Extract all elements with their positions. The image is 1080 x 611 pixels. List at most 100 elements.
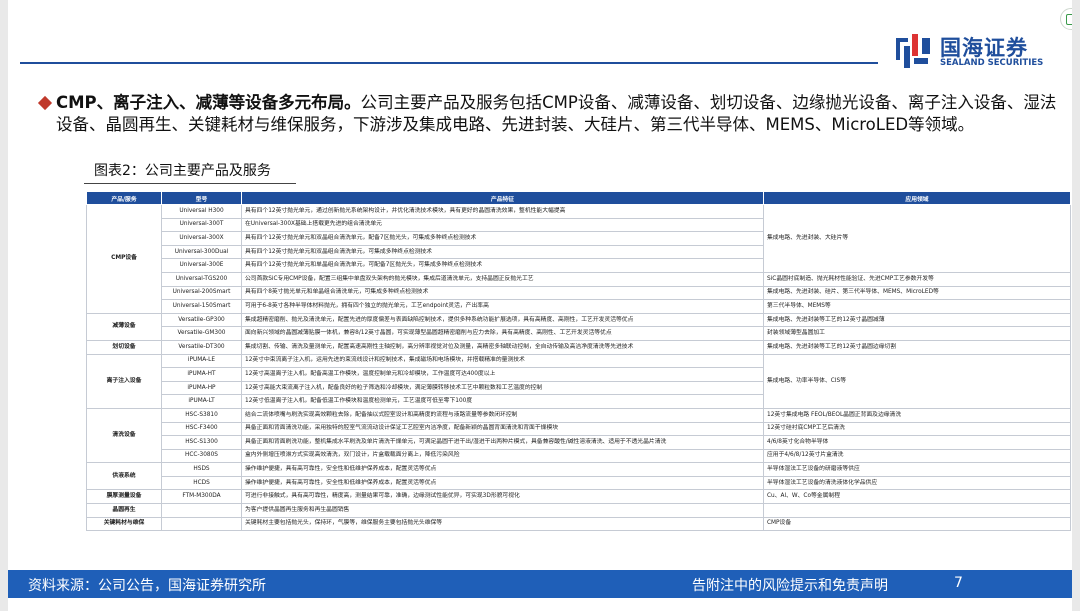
cell-category: 减薄设备 [86, 312, 162, 341]
intro-paragraph: CMP、离子注入、减薄等设备多元布局。公司主要产品及服务包括CMP设备、减薄设备… [37, 92, 1061, 136]
header-rule [20, 62, 878, 64]
cell-feature: 集成超精密磨削、抛光及清洗单元，配置先进的厚度偏差与表面缺陷控制技术，提供多种系… [241, 312, 764, 328]
slide: 国海证券 SEALAND SECURITIES CMP、离子注入、减薄等设备多元… [8, 0, 1072, 611]
table-row: 清洗设备 HSC-S3810 结合二流体喷嘴与刷洗实现高效颗粒去除，配备抽以式腔室设… [86, 407, 1071, 464]
cell-feature: 具有四个12英寸抛光单元，通过创新抛光系统架构设计，并优化清洗技术模块，具有更好… [241, 204, 764, 219]
cell-feature: 具有四个12英寸抛光单元和单晶组合清洗单元，可配备7区抛光头，可集成多种终点检测… [241, 258, 764, 273]
cell-model: Universal-TGS200 [161, 271, 242, 287]
cell-application: 封装领域薄型晶圆加工 [763, 326, 1071, 341]
cell-category: 膜厚测量设备 [86, 489, 162, 505]
cell-category: 划切设备 [86, 339, 162, 355]
cell-category: 晶圆再生 [86, 503, 162, 518]
cell-category: CMP设备 [86, 204, 162, 314]
figure-title: 图表2：公司主要产品及服务 [84, 160, 296, 184]
cell-model: iPUMA-HT [161, 367, 242, 382]
cell-model: Universal-300Dual [161, 244, 242, 260]
cell-model: FTM-M300DA [161, 489, 242, 505]
cell-application: 集成电路、先进封装等工艺的12英寸晶圆减薄 [763, 312, 1071, 328]
cell-model: iPUMA-LT [161, 394, 242, 409]
table-row: 晶圆再生 为客户提供晶圆再生服务和再生晶圆销售 [86, 503, 1071, 518]
cell-feature: 具有四个8英寸抛光单元和单晶组合清洗单元，可集成多种终点检测技术 [241, 285, 764, 301]
table-row: CMP设备 Universal H300 具有四个12英寸抛光单元，通过创新抛光系统… [86, 204, 1071, 314]
expand-icon [1066, 14, 1072, 25]
header-feature: 产品特征 [241, 191, 764, 205]
cell-model: Versatile-GM300 [161, 326, 242, 341]
cell-application: 第三代半导体、MEMS等 [763, 299, 1071, 314]
cell-model: iPUMA-HP [161, 380, 242, 396]
cell-feature: 12英寸高温离子注入机，配备高温工作模块，温度控制单元和冷却模块，工作温度可达4… [241, 367, 764, 382]
cell-category: 供液系统 [86, 462, 162, 491]
cell-feature: 可用于6-8英寸各种半导体材料抛光，拥有四个独立的抛光单元，工艺endpoint… [241, 299, 764, 314]
cell-model: Versatile-DT300 [161, 339, 242, 355]
cell-feature: 操作维护便捷，具有高可靠性，安全性和低维护保养成本，配置灵活等优点 [241, 462, 764, 477]
cell-application: 应用于4/6/8/12英寸片盒清洗 [763, 448, 1071, 464]
cell-application: 12英寸硅衬底CMP工艺后清洗 [763, 421, 1071, 437]
cell-application: 集成电路、功率半导体、CIS等 [763, 353, 1071, 409]
cell-application: 集成电路、先进封装、硅片、第三代半导体、MEMS、MicroLED等 [763, 285, 1071, 301]
table-header-row: 产品/服务 型号 产品特征 应用领域 [86, 191, 1071, 205]
table-row: HCC-3080S 盒内外侧增压喷淋方式实现高效清洗，双门设计，片盒载载面分离上，… [87, 448, 1071, 464]
table-row: Universal-200Smart 具有四个8英寸抛光单元和单晶组合清洗单元，可… [87, 285, 1071, 301]
cell-model [161, 503, 242, 518]
cell-application: Cu、Al、W、Co等金属制程 [763, 489, 1071, 505]
cell-feature: 集成切割、传输、清洗及量测单元，配置高速高刚性主轴控制，高分辨率视觉对位及测量，… [241, 339, 764, 355]
cell-application: 半导体湿法工艺设备的研磨液等供应 [763, 462, 1071, 477]
table-row: Universal-150Smart 可用于6-8英寸各种半导体材料抛光，拥有四个… [87, 299, 1071, 314]
cell-model: iPUMA-LE [161, 353, 242, 369]
expand-button[interactable] [1060, 8, 1072, 30]
cell-model: Universal H300 [161, 204, 242, 219]
cell-model: HSC-S1300 [161, 435, 242, 450]
page-number: 7 [954, 575, 963, 591]
table-row: 膜厚测量设备 FTM-M300DA 可进行非接触式，具有高可靠性，精度高，测量结果可… [86, 489, 1071, 505]
bullet-diamond-icon [37, 95, 53, 111]
footer-bar: 资料来源：公司公告，国海证券研究所 告附注中的风险提示和免责声明 7 [8, 570, 1072, 598]
table-row: HSC-F3400 具备正面和背面清洗功能，采用独特的腔室气流流动设计保证工艺腔室… [87, 421, 1071, 437]
header-application: 应用领域 [763, 191, 1071, 205]
cell-model: Universal-200Smart [161, 285, 242, 301]
cell-model: Universal-300X [161, 231, 242, 246]
cell-model: HCDS [161, 475, 242, 491]
cell-feature: 关键耗材主要包括抛光头，保持环，气膜等，维保服务主要包括抛光头维保等 [241, 516, 764, 532]
footer-disclaimer: 告附注中的风险提示和免责声明 [692, 578, 888, 594]
cell-feature: 为客户提供晶圆再生服务和再生晶圆销售 [241, 503, 764, 518]
table-row: Versatile-GM300 面向新兴领域的晶圆减薄贴膜一体机，兼容8/12英寸… [87, 326, 1071, 341]
cell-model: HCC-3080S [161, 448, 242, 464]
footer-source: 资料来源：公司公告，国海证券研究所 [28, 578, 266, 594]
cell-feature: 在Universal-300X基础上搭载更先进的组合清洗单元 [241, 217, 764, 233]
table-row: 离子注入设备 iPUMA-LE 12英寸中束流离子注入机，运用先进的束流线设计和控制… [86, 353, 1071, 409]
cell-application [763, 503, 1071, 518]
cell-feature: 12英寸高能大束流离子注入机，配备良好的粒子筛选和冷却模块，满足薄膜转移技术工艺… [241, 380, 764, 396]
cell-application: 集成电路、先进封装、大硅片等 [763, 204, 1071, 273]
cell-feature: 12英寸中束流离子注入机，运用先进的束流线设计和控制技术，集成磁场和电场模块，并… [241, 353, 764, 369]
cell-feature: 操作维护便捷，具有高可靠性，安全性和低维护保养成本，配置灵活等优点 [241, 475, 764, 491]
table-row: 关键耗材与维保 关键耗材主要包括抛光头，保持环，气膜等，维保服务主要包括抛光头维保… [86, 516, 1071, 532]
brand-logo: 国海证券 SEALAND SECURITIES [894, 30, 1064, 72]
cell-feature: 具有四个12英寸抛光单元和双晶组合清洗单元，可集成多种终点检测技术 [241, 244, 764, 260]
cell-model: HSC-F3400 [161, 421, 242, 437]
cell-feature: 具有四个12英寸抛光单元和双晶组合清洗单元，配备7区抛光头，可集成多种终点检测技… [241, 231, 764, 246]
cell-model: Universal-150Smart [161, 299, 242, 314]
cell-model: Universal-300T [161, 217, 242, 233]
cell-feature: 面向新兴领域的晶圆减薄贴膜一体机，兼容8/12英寸晶圆，可实现薄型晶圆超精密磨削… [241, 326, 764, 341]
cell-application: 12英寸集成电路 FEOL/BEOL晶圆正背面及边缘清洗 [763, 407, 1071, 423]
cell-application: 4/6/8英寸化合物半导体 [763, 435, 1071, 450]
cell-application: 半导体湿法工艺设备的清洗液体化学品供应 [763, 475, 1071, 491]
logo-english-name: SEALAND SECURITIES [940, 58, 1044, 68]
cell-feature: 结合二流体喷嘴与刷洗实现高效颗粒去除，配备抽以式腔室设计和高精度的流程与液路流量… [241, 407, 764, 423]
cell-feature: 具备正面和背面清洗功能，采用独特的腔室气流流动设计保证工艺腔室内洁净度，配备新颖… [241, 421, 764, 437]
cell-feature: 12英寸低温离子注入机，配备低温工作模块和温度检测单元，工艺温度可低至零下100… [241, 394, 764, 409]
table-row: 供液系统 HSDS 操作维护便捷，具有高可靠性，安全性和低维护保养成本，配置灵活等优… [86, 462, 1071, 491]
cell-category: 清洗设备 [86, 407, 162, 464]
table-body: CMP设备 Universal H300 具有四个12英寸抛光单元，通过创新抛光系统… [86, 204, 1071, 532]
cell-model: HSC-S3810 [161, 407, 242, 423]
products-table: 产品/服务 型号 产品特征 应用领域 CMP设备 Universal H300 具有… [86, 191, 1071, 532]
table-row: HCDS 操作维护便捷，具有高可靠性，安全性和低维护保养成本，配置灵活等优点 半导体… [87, 475, 1071, 491]
header-model: 型号 [161, 191, 242, 205]
header-category: 产品/服务 [86, 191, 162, 205]
cell-model: Versatile-GP300 [161, 312, 242, 328]
cell-feature: 公司首款SiC专用CMP设备，配置三组集中单盘双头架构的抛光模块，集成后道清洗单… [241, 271, 764, 287]
cell-category: 离子注入设备 [86, 353, 162, 409]
cell-model: Universal-300E [161, 258, 242, 273]
cell-application: SiC晶圆衬底制造、抛光耗材性能验证、先进CMP工艺参数开发等 [763, 271, 1071, 287]
cell-application: 集成电路、先进封装等工艺的12英寸晶圆边缘切割 [763, 339, 1071, 355]
